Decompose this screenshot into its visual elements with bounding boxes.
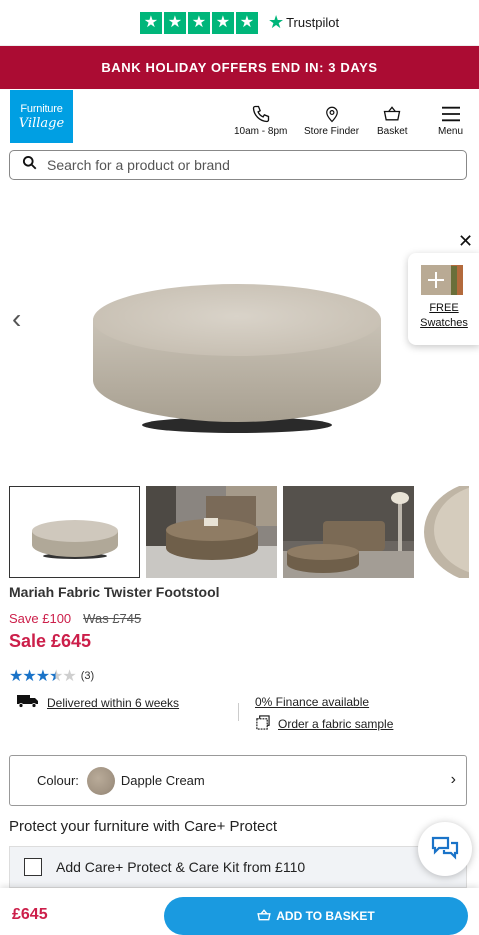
promo-banner[interactable]: BANK HOLIDAY OFFERS END IN: 3 DAYS <box>0 46 479 89</box>
care-protect-option[interactable]: Add Care+ Protect & Care Kit from £110 <box>9 846 467 888</box>
free-swatches-button[interactable]: FREE Swatches <box>408 253 479 345</box>
search-input[interactable] <box>47 157 447 173</box>
product-main-image[interactable] <box>85 280 390 440</box>
free-swatches-label: FREE Swatches <box>420 302 468 330</box>
trustpilot-star-icon: ★ <box>267 12 285 32</box>
thumbnail-4[interactable] <box>420 486 469 578</box>
thumbnail-strip <box>9 486 469 580</box>
opening-hours-link[interactable]: 10am - 8pm <box>234 103 287 137</box>
search-icon <box>22 155 37 175</box>
chevron-right-icon: › <box>450 771 456 788</box>
star-icon: ★ <box>235 11 258 34</box>
site-header: Furniture Village 10am - 8pm Store Finde… <box>0 89 479 145</box>
fabric-sample-link[interactable]: Order a fabric sample <box>278 717 393 731</box>
delivery-truck-icon <box>17 694 39 711</box>
add-to-basket-button[interactable]: ADD TO BASKET <box>164 897 468 935</box>
sticky-buy-bar: £645 ADD TO BASKET <box>0 888 479 935</box>
delivery-link[interactable]: Delivered within 6 weeks <box>47 696 179 710</box>
colour-label: Colour: <box>37 773 79 788</box>
rating-count: (3) <box>80 670 95 682</box>
save-amount: Save £100 <box>9 611 72 626</box>
search-bar[interactable] <box>9 150 467 180</box>
product-title: Mariah Fabric Twister Footstool <box>9 584 220 600</box>
star-icon: ★ <box>187 11 210 34</box>
product-rating[interactable]: ★★★★★ (3) <box>9 666 94 686</box>
fabric-sample-info[interactable]: Order a fabric sample <box>255 715 393 733</box>
promo-text: BANK HOLIDAY OFFERS END IN: 3 DAYS <box>101 60 378 75</box>
basket-icon <box>257 908 271 924</box>
basket-icon <box>381 103 403 125</box>
protect-heading: Protect your furniture with Care+ Protec… <box>9 818 278 835</box>
trustpilot-stars: ★ ★ ★ ★ ★ <box>139 11 258 34</box>
hamburger-menu-icon <box>440 103 462 125</box>
location-pin-icon <box>323 103 341 125</box>
product-gallery: ‹ ✕ FREE Swatches <box>0 195 479 480</box>
fabric-sample-icon <box>255 715 270 733</box>
chat-icon <box>430 834 460 865</box>
basket-link[interactable]: Basket <box>377 103 408 137</box>
info-divider <box>238 703 239 721</box>
price-savings: Save £100 Was £745 <box>9 611 141 626</box>
colour-swatch <box>86 766 115 795</box>
fabric-swatches-icon <box>421 265 463 295</box>
colour-selector[interactable]: Colour: Dapple Cream › <box>9 755 467 806</box>
trustpilot-logo: ★ Trustpilot <box>268 12 339 33</box>
star-icon: ★ <box>211 11 234 34</box>
furniture-village-logo[interactable]: Furniture Village <box>10 90 73 143</box>
menu-button[interactable]: Menu <box>438 103 463 137</box>
finance-link[interactable]: 0% Finance available <box>255 695 369 709</box>
star-icon: ★ <box>139 11 162 34</box>
thumbnail-2[interactable] <box>146 486 277 578</box>
thumbnail-1[interactable] <box>9 486 140 578</box>
care-protect-label: Add Care+ Protect & Care Kit from £110 <box>56 859 306 875</box>
trustpilot-brand: Trustpilot <box>286 15 340 30</box>
trustpilot-bar[interactable]: ★ ★ ★ ★ ★ ★ Trustpilot <box>0 0 479 46</box>
phone-icon <box>251 103 271 125</box>
gallery-prev-arrow[interactable]: ‹ <box>12 303 21 335</box>
thumbnail-3[interactable] <box>283 486 414 578</box>
was-price: Was £745 <box>83 611 142 626</box>
add-to-basket-label: ADD TO BASKET <box>276 909 375 923</box>
bottom-price: £645 <box>12 906 48 923</box>
delivery-info[interactable]: Delivered within 6 weeks <box>17 694 179 711</box>
close-icon[interactable]: ✕ <box>458 231 473 252</box>
chat-button[interactable] <box>418 822 472 876</box>
rating-stars: ★★★★★ <box>9 668 77 685</box>
store-finder-link[interactable]: Store Finder <box>304 103 359 137</box>
star-icon: ★ <box>163 11 186 34</box>
care-protect-checkbox[interactable] <box>24 858 42 876</box>
sale-price: Sale £645 <box>9 631 92 651</box>
colour-value: Dapple Cream <box>120 773 205 788</box>
